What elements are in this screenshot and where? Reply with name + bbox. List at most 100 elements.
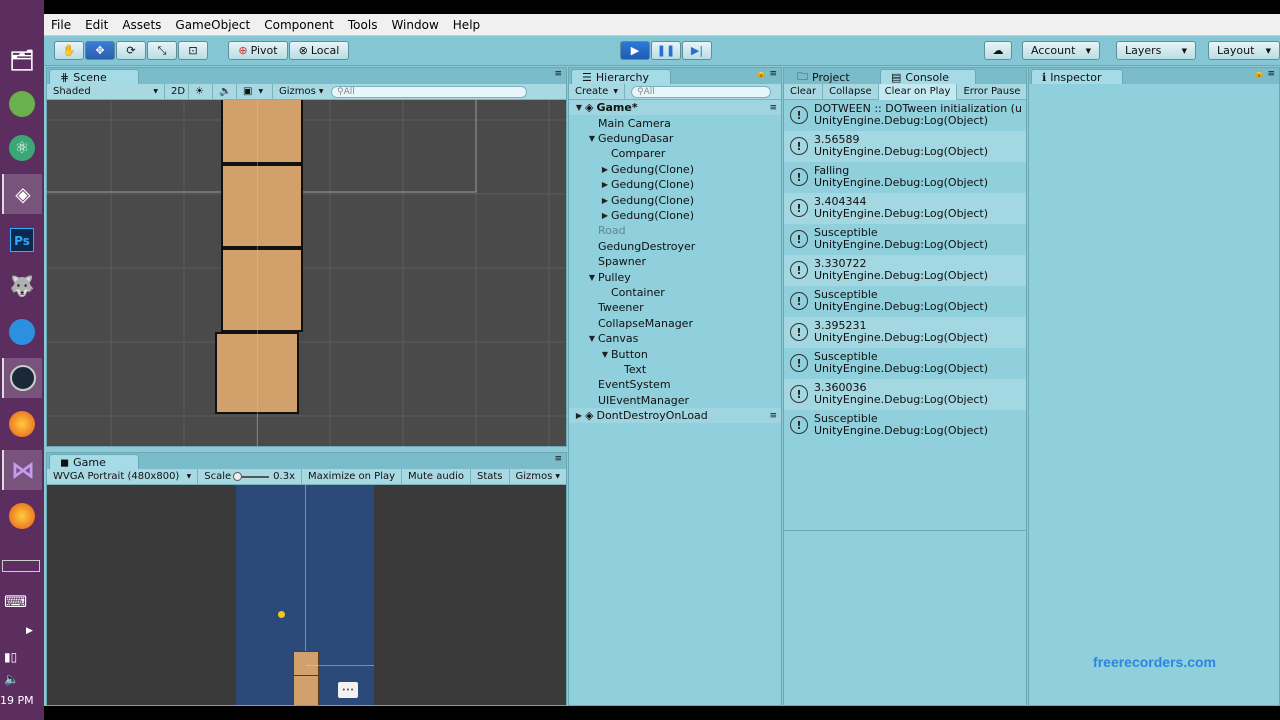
error-pause-toggle[interactable]: Error Pause (957, 84, 1026, 100)
console-splitter[interactable] (784, 530, 1026, 531)
panel-menu-icon[interactable]: ≡ (1267, 69, 1275, 79)
computer-icon[interactable]: 🗂 (2, 40, 42, 80)
hierarchy-item[interactable]: ▼ ◈ Game* ≡ (569, 100, 781, 116)
hierarchy-item[interactable]: ▶ Gedung(Clone) (569, 177, 781, 192)
console-entry[interactable]: ! Susceptible UnityEngine.Debug:Log(Object… (784, 286, 1026, 317)
move-tool-icon[interactable]: ✥ (85, 41, 115, 60)
globe-icon[interactable] (2, 312, 42, 352)
account-dropdown[interactable]: Account ▼ (1022, 41, 1100, 60)
hierarchy-item[interactable]: ▼ Button (569, 346, 781, 361)
menu-window[interactable]: Window (384, 18, 445, 32)
console-entry[interactable]: ! DOTWEEN :: DOTween initialization (u Uni… (784, 100, 1026, 131)
expand-arrow-icon[interactable]: ▼ (599, 350, 611, 359)
battery-icon[interactable]: ▮▯ (4, 650, 17, 664)
photoshop-icon[interactable]: Ps (2, 220, 42, 260)
android-icon[interactable] (2, 84, 42, 124)
hand-tool-icon[interactable]: ✋ (54, 41, 84, 60)
expand-arrow-icon[interactable]: ▼ (586, 134, 598, 143)
gizmos-dropdown[interactable]: Gizmos ▼ (273, 84, 323, 100)
lock-icon[interactable]: 🔒 (1254, 69, 1265, 79)
expand-arrow-icon[interactable]: ▼ (573, 103, 585, 112)
stats-toggle[interactable]: Stats (471, 468, 510, 485)
tab-console[interactable]: ▤ Console (880, 69, 976, 84)
hierarchy-item[interactable]: Container (569, 285, 781, 300)
panel-menu-icon[interactable]: ≡ (554, 69, 562, 79)
console-entry[interactable]: ! Susceptible UnityEngine.Debug:Log(Object… (784, 224, 1026, 255)
expand-arrow-icon[interactable]: ▼ (586, 273, 598, 282)
hierarchy-item[interactable]: ▼ Pulley (569, 269, 781, 284)
keyboard-icon[interactable]: ⌨ (4, 592, 27, 611)
scale-slider-thumb[interactable] (233, 471, 243, 481)
collapse-toggle[interactable]: Collapse (823, 83, 879, 100)
collapse-arrow-icon[interactable]: ▶ (599, 211, 611, 220)
menu-help[interactable]: Help (446, 18, 487, 32)
hierarchy-search-input[interactable]: ⚲ All (631, 85, 771, 98)
effects-dropdown[interactable]: ▣ ▼ (237, 83, 273, 100)
collapse-arrow-icon[interactable]: ▶ (599, 180, 611, 189)
unity-icon[interactable]: ◈ (2, 174, 42, 214)
pause-button[interactable]: ❚❚ (651, 41, 681, 60)
clear-button[interactable]: Clear (784, 83, 824, 100)
scale-tool-icon[interactable]: ⤡ (147, 41, 177, 60)
expand-arrow-icon[interactable]: ▼ (586, 334, 598, 343)
menu-edit[interactable]: Edit (78, 18, 115, 32)
tab-project[interactable]: 🗀 Project (786, 69, 874, 84)
scene-menu-icon[interactable]: ≡ (769, 411, 777, 421)
menu-tools[interactable]: Tools (341, 18, 385, 32)
tab-scene[interactable]: ⋕ Scene (49, 69, 139, 84)
tab-hierarchy[interactable]: ☰ Hierarchy (571, 69, 671, 84)
clock-time[interactable]: 19 PM (0, 694, 34, 707)
hierarchy-item[interactable]: CollapseManager (569, 316, 781, 331)
hierarchy-item[interactable]: EventSystem (569, 377, 781, 392)
drop-button[interactable]: ••• (338, 682, 358, 698)
clear-on-play-toggle[interactable]: Clear on Play (878, 83, 958, 100)
console-entry[interactable]: ! Susceptible UnityEngine.Debug:Log(Object… (784, 410, 1026, 441)
hierarchy-item[interactable]: Tweener (569, 300, 781, 315)
volume-icon[interactable]: 🔈 (4, 672, 19, 686)
local-button[interactable]: ⊗ Local (289, 41, 349, 60)
console-entry[interactable]: ! Susceptible UnityEngine.Debug:Log(Object… (784, 348, 1026, 379)
play-button[interactable]: ▶ (620, 41, 650, 60)
audio-toggle[interactable]: 🔈 (213, 83, 237, 100)
console-entry[interactable]: ! Falling UnityEngine.Debug:Log(Object) (784, 162, 1026, 193)
hierarchy-item[interactable]: Main Camera (569, 115, 781, 130)
steam-icon[interactable] (2, 358, 42, 398)
hierarchy-item[interactable]: ▼ GedungDasar (569, 131, 781, 146)
mute-audio-toggle[interactable]: Mute audio (402, 468, 471, 485)
console-entry[interactable]: ! 3.404344 UnityEngine.Debug:Log(Object) (784, 193, 1026, 224)
console-log-list[interactable]: ! DOTWEEN :: DOTween initialization (u Uni… (784, 100, 1026, 530)
layers-dropdown[interactable]: Layers ▼ (1116, 41, 1196, 60)
console-entry[interactable]: ! 3.56589 UnityEngine.Debug:Log(Object) (784, 131, 1026, 162)
hierarchy-item[interactable]: ▼ Canvas (569, 331, 781, 346)
collapse-arrow-icon[interactable]: ▶ (599, 196, 611, 205)
cloud-button[interactable]: ☁ (984, 41, 1012, 60)
scene-view[interactable] (47, 100, 566, 446)
hierarchy-item[interactable]: GedungDestroyer (569, 239, 781, 254)
rotate-tool-icon[interactable]: ⟳ (116, 41, 146, 60)
menu-assets[interactable]: Assets (115, 18, 168, 32)
menu-file[interactable]: File (44, 18, 78, 32)
resolution-dropdown[interactable]: WVGA Portrait (480x800) ▼ (47, 468, 199, 485)
create-dropdown[interactable]: Create ▼ (569, 83, 625, 100)
hierarchy-item[interactable]: ▶ Gedung(Clone) (569, 162, 781, 177)
hierarchy-item[interactable]: ▶ ◈ DontDestroyOnLoad ≡ (569, 408, 781, 424)
rect-tool-icon[interactable]: ⊡ (178, 41, 208, 60)
pivot-button[interactable]: ⊕ Pivot (228, 41, 288, 60)
visualstudio-icon[interactable]: ⋈ (2, 450, 42, 490)
game-icon[interactable]: 🐺 (2, 266, 42, 306)
hierarchy-item[interactable]: Comparer (569, 146, 781, 161)
scene-menu-icon[interactable]: ≡ (769, 103, 777, 113)
mode-2d-toggle[interactable]: 2D (165, 83, 189, 100)
hierarchy-item[interactable]: Text (569, 362, 781, 377)
lock-icon[interactable]: 🔒 (756, 69, 767, 79)
tab-game[interactable]: ◼ Game (49, 454, 139, 469)
menu-gameobject[interactable]: GameObject (168, 18, 257, 32)
console-entry[interactable]: ! 3.360036 UnityEngine.Debug:Log(Object) (784, 379, 1026, 410)
scale-slider[interactable]: Scale 0.3x (198, 468, 302, 485)
menu-component[interactable]: Component (257, 18, 341, 32)
scene-search-input[interactable]: ⚲ All (331, 85, 527, 98)
maximize-on-play-toggle[interactable]: Maximize on Play (302, 468, 403, 485)
tray-expand-icon[interactable]: ▶ (26, 626, 33, 636)
scale-slider-track[interactable] (233, 471, 270, 481)
collapse-arrow-icon[interactable]: ▶ (573, 411, 585, 420)
